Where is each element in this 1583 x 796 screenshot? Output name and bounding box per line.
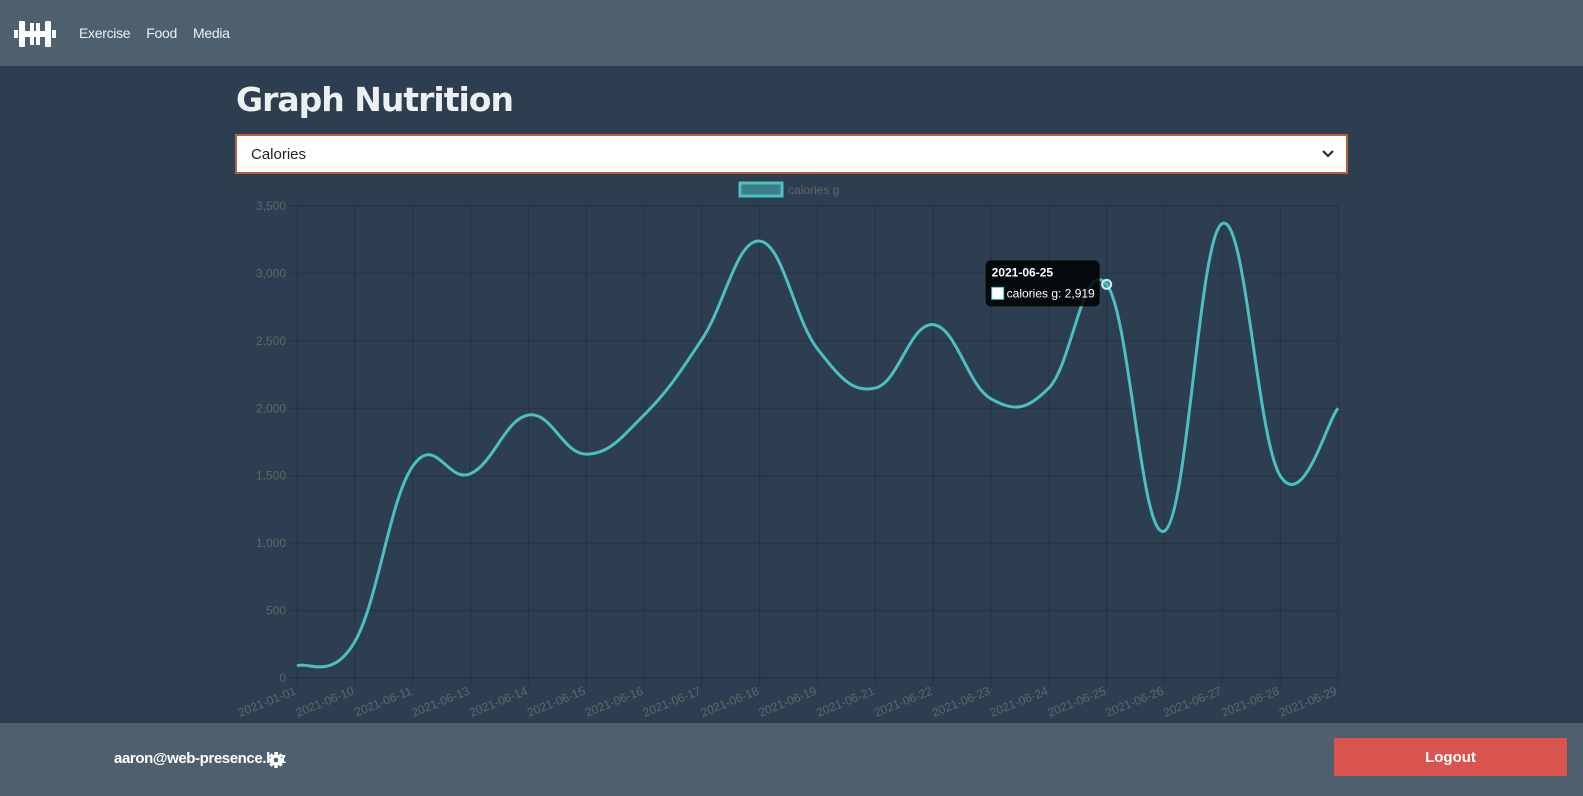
x-tick-label: 2021-06-16 (583, 684, 645, 720)
data-point[interactable] (583, 451, 589, 457)
data-point[interactable] (1046, 385, 1052, 391)
legend-label[interactable]: calories g (788, 183, 839, 197)
x-tick-label: 2021-06-24 (988, 684, 1050, 720)
tooltip-label: calories g: 2,919 (1007, 286, 1095, 300)
x-tick-label: 2021-06-17 (641, 684, 703, 720)
data-point[interactable] (468, 471, 474, 477)
user-email: aaron@web-presence.biz (114, 750, 286, 767)
x-tick-label: 2021-06-13 (409, 684, 471, 720)
tooltip-title: 2021-06-25 (992, 265, 1054, 279)
x-tick-label: 2021-06-14 (467, 684, 529, 720)
y-tick-label: 1,000 (256, 536, 286, 550)
data-point[interactable] (1219, 221, 1225, 227)
x-tick-label: 2021-06-19 (756, 684, 818, 720)
x-tick-label: 2021-06-23 (930, 684, 992, 720)
data-point[interactable] (930, 322, 936, 328)
data-point[interactable] (1277, 473, 1283, 479)
data-point[interactable] (641, 412, 647, 418)
y-tick-label: 0 (279, 671, 286, 685)
x-tick-label: 2021-06-21 (814, 684, 876, 720)
calories-line-chart: 0 500 1,000 1,500 2,000 2,500 3,000 3,500 2021-0… (236, 181, 1341, 720)
x-tick-label: 2021-06-18 (699, 684, 761, 720)
y-tick-label: 3,000 (256, 266, 286, 280)
x-tick-label: 2021-06-25 (1046, 684, 1108, 720)
gear-icon[interactable] (268, 752, 284, 768)
x-tick-label: 2021-06-15 (525, 684, 587, 720)
data-point[interactable] (352, 639, 358, 645)
x-tick-label: 2021-06-26 (1103, 684, 1165, 720)
y-tick-label: 2,000 (256, 401, 286, 415)
x-tick-label: 2021-06-28 (1219, 684, 1281, 720)
data-point[interactable] (294, 663, 300, 669)
data-point[interactable] (1162, 528, 1168, 534)
logout-button[interactable]: Logout (1334, 738, 1567, 776)
data-point-active[interactable] (1101, 278, 1113, 290)
y-tick-label: 500 (266, 604, 286, 618)
data-point[interactable] (757, 238, 763, 244)
x-tick-label: 2021-01-01 (236, 684, 298, 720)
x-tick-label: 2021-06-11 (352, 684, 414, 720)
data-point[interactable] (988, 396, 994, 402)
y-tick-label: 3,500 (256, 199, 286, 213)
data-point[interactable] (410, 463, 416, 469)
x-tick-label: 2021-06-29 (1277, 684, 1339, 720)
x-tick-label: 2021-06-22 (872, 684, 934, 720)
y-tick-label: 1,500 (256, 469, 286, 483)
x-tick-label: 2021-06-10 (294, 684, 356, 720)
legend-swatch[interactable] (738, 181, 784, 198)
footer-bar: aaron@web-presence.biz Logout (0, 723, 1583, 796)
x-tick-label: 2021-06-27 (1161, 684, 1223, 720)
data-point[interactable] (872, 385, 878, 391)
data-point[interactable] (699, 337, 705, 343)
tooltip-swatch (991, 286, 1005, 300)
y-tick-label: 2,500 (256, 334, 286, 348)
data-point[interactable] (1335, 405, 1341, 411)
data-point[interactable] (815, 346, 821, 352)
data-point[interactable] (525, 412, 531, 418)
